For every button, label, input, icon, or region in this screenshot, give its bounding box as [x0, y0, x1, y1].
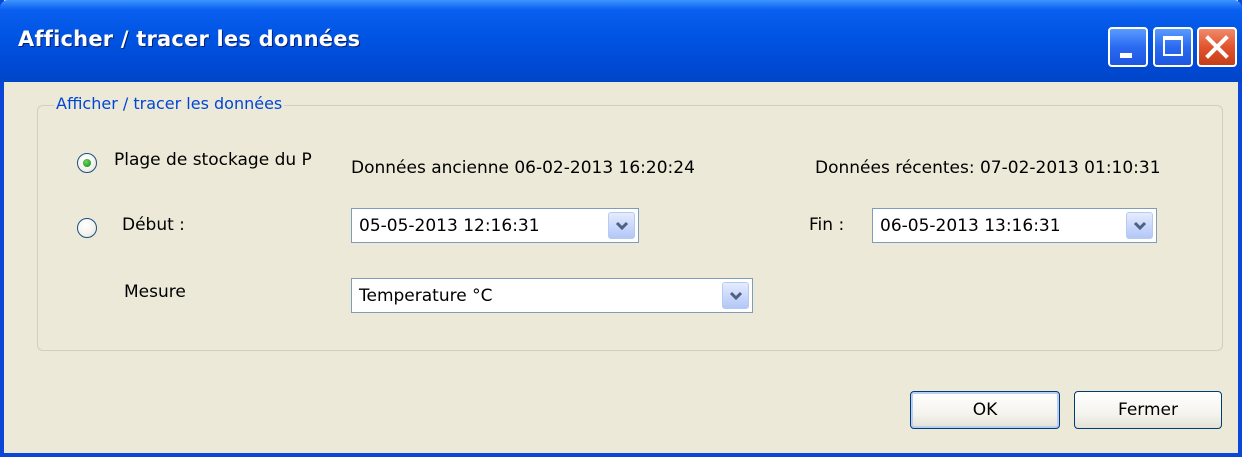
- oldest-data-text: Données ancienne 06-02-2013 16:20:24: [351, 158, 695, 178]
- title-bar[interactable]: Afficher / tracer les données: [0, 0, 1242, 82]
- window-title: Afficher / tracer les données: [18, 27, 361, 51]
- end-date-dropdown-button[interactable]: [1126, 212, 1153, 239]
- chevron-down-icon: [615, 221, 629, 231]
- storage-range-label: Plage de stockage du P: [114, 150, 312, 170]
- measure-label: Mesure: [124, 282, 186, 302]
- dialog-window: Afficher / tracer les données Afficher /…: [0, 0, 1242, 457]
- measure-combo[interactable]: Temperature °C: [351, 278, 753, 313]
- group-legend: Afficher / tracer les données: [54, 94, 285, 113]
- date-range-radio[interactable]: [77, 218, 97, 238]
- measure-value: Temperature °C: [359, 286, 493, 306]
- start-date-dropdown-button[interactable]: [608, 212, 635, 239]
- end-date-value: 06-05-2013 13:16:31: [880, 216, 1061, 236]
- end-label: Fin :: [809, 215, 845, 235]
- close-button[interactable]: Fermer: [1074, 391, 1222, 429]
- minimize-icon: [1120, 53, 1132, 58]
- ok-button[interactable]: OK: [910, 391, 1060, 429]
- maximize-button[interactable]: [1153, 27, 1193, 67]
- start-date-value: 05-05-2013 12:16:31: [359, 216, 540, 236]
- maximize-icon: [1163, 36, 1183, 56]
- chevron-down-icon: [729, 291, 743, 301]
- close-window-button[interactable]: [1197, 27, 1237, 67]
- end-date-combo[interactable]: 06-05-2013 13:16:31: [872, 208, 1157, 243]
- measure-dropdown-button[interactable]: [722, 282, 749, 309]
- minimize-button[interactable]: [1108, 27, 1148, 67]
- recent-data-text: Données récentes: 07-02-2013 01:10:31: [815, 158, 1161, 178]
- chevron-down-icon: [1133, 221, 1147, 231]
- storage-range-radio[interactable]: [77, 153, 97, 173]
- close-icon: [1205, 35, 1229, 59]
- start-date-combo[interactable]: 05-05-2013 12:16:31: [351, 208, 639, 243]
- start-label: Début :: [122, 215, 185, 235]
- radio-selected-dot: [83, 159, 91, 167]
